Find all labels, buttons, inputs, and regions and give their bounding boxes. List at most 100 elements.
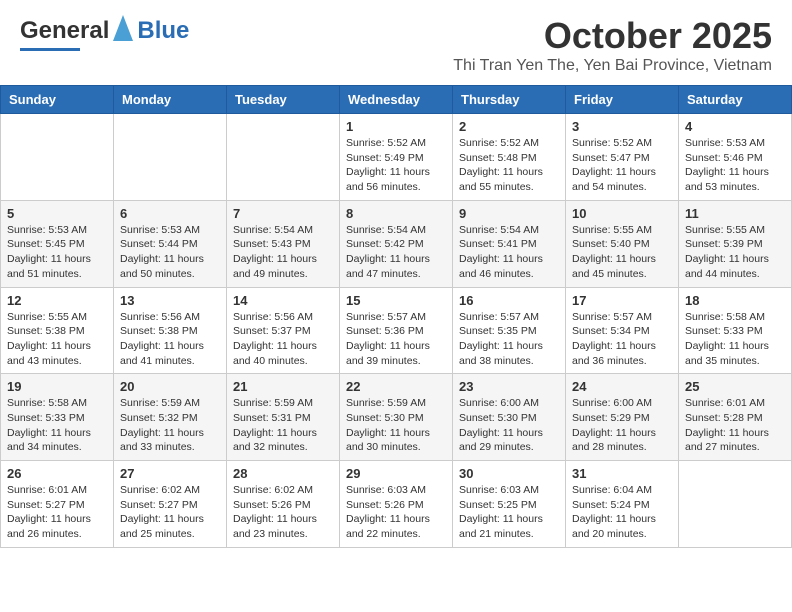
day-number: 10: [572, 206, 672, 221]
calendar-cell: 28 Sunrise: 6:02 AM Sunset: 5:26 PM Dayli…: [227, 461, 340, 548]
day-number: 19: [7, 379, 107, 394]
title-section: October 2025 Thi Tran Yen The, Yen Bai P…: [453, 15, 772, 75]
calendar-cell: 22 Sunrise: 5:59 AM Sunset: 5:30 PM Dayli…: [340, 374, 453, 461]
day-info: Sunrise: 6:01 AM Sunset: 5:28 PM Dayligh…: [685, 396, 785, 455]
day-number: 2: [459, 119, 559, 134]
page-header: General Blue October 2025 Thi Tran Yen T…: [0, 0, 792, 80]
day-number: 4: [685, 119, 785, 134]
calendar-header-row: SundayMondayTuesdayWednesdayThursdayFrid…: [1, 86, 792, 114]
day-number: 9: [459, 206, 559, 221]
day-info: Sunrise: 5:56 AM Sunset: 5:37 PM Dayligh…: [233, 310, 333, 369]
day-info: Sunrise: 5:53 AM Sunset: 5:44 PM Dayligh…: [120, 223, 220, 282]
day-info: Sunrise: 5:59 AM Sunset: 5:31 PM Dayligh…: [233, 396, 333, 455]
logo-icon: [113, 15, 133, 41]
day-info: Sunrise: 5:53 AM Sunset: 5:46 PM Dayligh…: [685, 136, 785, 195]
calendar-cell: 21 Sunrise: 5:59 AM Sunset: 5:31 PM Dayli…: [227, 374, 340, 461]
day-number: 1: [346, 119, 446, 134]
logo-underline: [20, 48, 80, 51]
day-info: Sunrise: 5:57 AM Sunset: 5:35 PM Dayligh…: [459, 310, 559, 369]
day-number: 17: [572, 293, 672, 308]
calendar-cell: 14Sunrise: 5:56 AM Sunset: 5:37 PM Dayli…: [227, 287, 340, 374]
weekday-header-monday: Monday: [114, 86, 227, 114]
day-number: 28: [233, 466, 333, 481]
day-info: Sunrise: 5:57 AM Sunset: 5:34 PM Dayligh…: [572, 310, 672, 369]
calendar-cell: 6Sunrise: 5:53 AM Sunset: 5:44 PM Daylig…: [114, 200, 227, 287]
day-info: Sunrise: 6:02 AM Sunset: 5:26 PM Dayligh…: [233, 483, 333, 542]
day-info: Sunrise: 6:00 AM Sunset: 5:29 PM Dayligh…: [572, 396, 672, 455]
day-number: 7: [233, 206, 333, 221]
calendar-cell: 29 Sunrise: 6:03 AM Sunset: 5:26 PM Dayli…: [340, 461, 453, 548]
day-number: 20: [120, 379, 220, 394]
calendar-cell: 4 Sunrise: 5:53 AM Sunset: 5:46 PM Daylig…: [679, 114, 792, 201]
day-info: Sunrise: 6:00 AM Sunset: 5:30 PM Dayligh…: [459, 396, 559, 455]
calendar-cell: 26 Sunrise: 6:01 AM Sunset: 5:27 PM Dayli…: [1, 461, 114, 548]
calendar-cell: [1, 114, 114, 201]
day-number: 26: [7, 466, 107, 481]
day-info: Sunrise: 5:54 AM Sunset: 5:41 PM Dayligh…: [459, 223, 559, 282]
day-number: 27: [120, 466, 220, 481]
calendar-cell: 27 Sunrise: 6:02 AM Sunset: 5:27 PM Dayli…: [114, 461, 227, 548]
day-info: Sunrise: 5:53 AM Sunset: 5:45 PM Dayligh…: [7, 223, 107, 282]
day-info: Sunrise: 6:03 AM Sunset: 5:26 PM Dayligh…: [346, 483, 446, 542]
day-number: 3: [572, 119, 672, 134]
day-info: Sunrise: 5:59 AM Sunset: 5:30 PM Dayligh…: [346, 396, 446, 455]
weekday-header-thursday: Thursday: [453, 86, 566, 114]
day-number: 11: [685, 206, 785, 221]
day-number: 24: [572, 379, 672, 394]
calendar-cell: 11 Sunrise: 5:55 AM Sunset: 5:39 PM Dayli…: [679, 200, 792, 287]
day-info: Sunrise: 5:57 AM Sunset: 5:36 PM Dayligh…: [346, 310, 446, 369]
weekday-header-friday: Friday: [566, 86, 679, 114]
calendar-cell: [227, 114, 340, 201]
calendar-cell: 24 Sunrise: 6:00 AM Sunset: 5:29 PM Dayli…: [566, 374, 679, 461]
day-number: 31: [572, 466, 672, 481]
calendar-cell: 8Sunrise: 5:54 AM Sunset: 5:42 PM Daylig…: [340, 200, 453, 287]
day-info: Sunrise: 5:55 AM Sunset: 5:40 PM Dayligh…: [572, 223, 672, 282]
logo-blue: Blue: [137, 17, 189, 45]
day-info: Sunrise: 6:02 AM Sunset: 5:27 PM Dayligh…: [120, 483, 220, 542]
calendar-cell: 31Sunrise: 6:04 AM Sunset: 5:24 PM Dayli…: [566, 461, 679, 548]
day-info: Sunrise: 5:55 AM Sunset: 5:39 PM Dayligh…: [685, 223, 785, 282]
calendar-cell: [114, 114, 227, 201]
day-info: Sunrise: 6:03 AM Sunset: 5:25 PM Dayligh…: [459, 483, 559, 542]
logo-general: General: [20, 17, 109, 45]
calendar-cell: 9 Sunrise: 5:54 AM Sunset: 5:41 PM Daylig…: [453, 200, 566, 287]
day-info: Sunrise: 5:54 AM Sunset: 5:43 PM Dayligh…: [233, 223, 333, 282]
day-number: 13: [120, 293, 220, 308]
calendar-cell: 5 Sunrise: 5:53 AM Sunset: 5:45 PM Daylig…: [1, 200, 114, 287]
calendar-cell: 12Sunrise: 5:55 AM Sunset: 5:38 PM Dayli…: [1, 287, 114, 374]
day-number: 22: [346, 379, 446, 394]
day-info: Sunrise: 5:58 AM Sunset: 5:33 PM Dayligh…: [7, 396, 107, 455]
calendar-week-row: 1 Sunrise: 5:52 AM Sunset: 5:49 PM Daylig…: [1, 114, 792, 201]
day-info: Sunrise: 5:52 AM Sunset: 5:49 PM Dayligh…: [346, 136, 446, 195]
calendar-week-row: 19 Sunrise: 5:58 AM Sunset: 5:33 PM Dayli…: [1, 374, 792, 461]
day-number: 25: [685, 379, 785, 394]
weekday-header-wednesday: Wednesday: [340, 86, 453, 114]
day-number: 21: [233, 379, 333, 394]
weekday-header-tuesday: Tuesday: [227, 86, 340, 114]
day-number: 12: [7, 293, 107, 308]
day-number: 23: [459, 379, 559, 394]
calendar-cell: 25 Sunrise: 6:01 AM Sunset: 5:28 PM Dayli…: [679, 374, 792, 461]
calendar-cell: 2 Sunrise: 5:52 AM Sunset: 5:48 PM Daylig…: [453, 114, 566, 201]
day-info: Sunrise: 6:01 AM Sunset: 5:27 PM Dayligh…: [7, 483, 107, 542]
day-number: 18: [685, 293, 785, 308]
weekday-header-saturday: Saturday: [679, 86, 792, 114]
calendar-cell: 23 Sunrise: 6:00 AM Sunset: 5:30 PM Dayli…: [453, 374, 566, 461]
day-number: 30: [459, 466, 559, 481]
calendar-table: SundayMondayTuesdayWednesdayThursdayFrid…: [0, 85, 792, 548]
calendar-cell: 18Sunrise: 5:58 AM Sunset: 5:33 PM Dayli…: [679, 287, 792, 374]
calendar-cell: 30 Sunrise: 6:03 AM Sunset: 5:25 PM Dayli…: [453, 461, 566, 548]
logo: General Blue: [20, 15, 189, 51]
day-info: Sunrise: 5:56 AM Sunset: 5:38 PM Dayligh…: [120, 310, 220, 369]
weekday-header-sunday: Sunday: [1, 86, 114, 114]
day-number: 29: [346, 466, 446, 481]
location-title: Thi Tran Yen The, Yen Bai Province, Viet…: [453, 57, 772, 75]
calendar-week-row: 26 Sunrise: 6:01 AM Sunset: 5:27 PM Dayli…: [1, 461, 792, 548]
calendar-cell: 20Sunrise: 5:59 AM Sunset: 5:32 PM Dayli…: [114, 374, 227, 461]
calendar-cell: 13 Sunrise: 5:56 AM Sunset: 5:38 PM Dayli…: [114, 287, 227, 374]
day-info: Sunrise: 5:52 AM Sunset: 5:48 PM Dayligh…: [459, 136, 559, 195]
day-number: 5: [7, 206, 107, 221]
calendar-cell: 19 Sunrise: 5:58 AM Sunset: 5:33 PM Dayli…: [1, 374, 114, 461]
month-title: October 2025: [453, 15, 772, 57]
calendar-cell: 1 Sunrise: 5:52 AM Sunset: 5:49 PM Daylig…: [340, 114, 453, 201]
